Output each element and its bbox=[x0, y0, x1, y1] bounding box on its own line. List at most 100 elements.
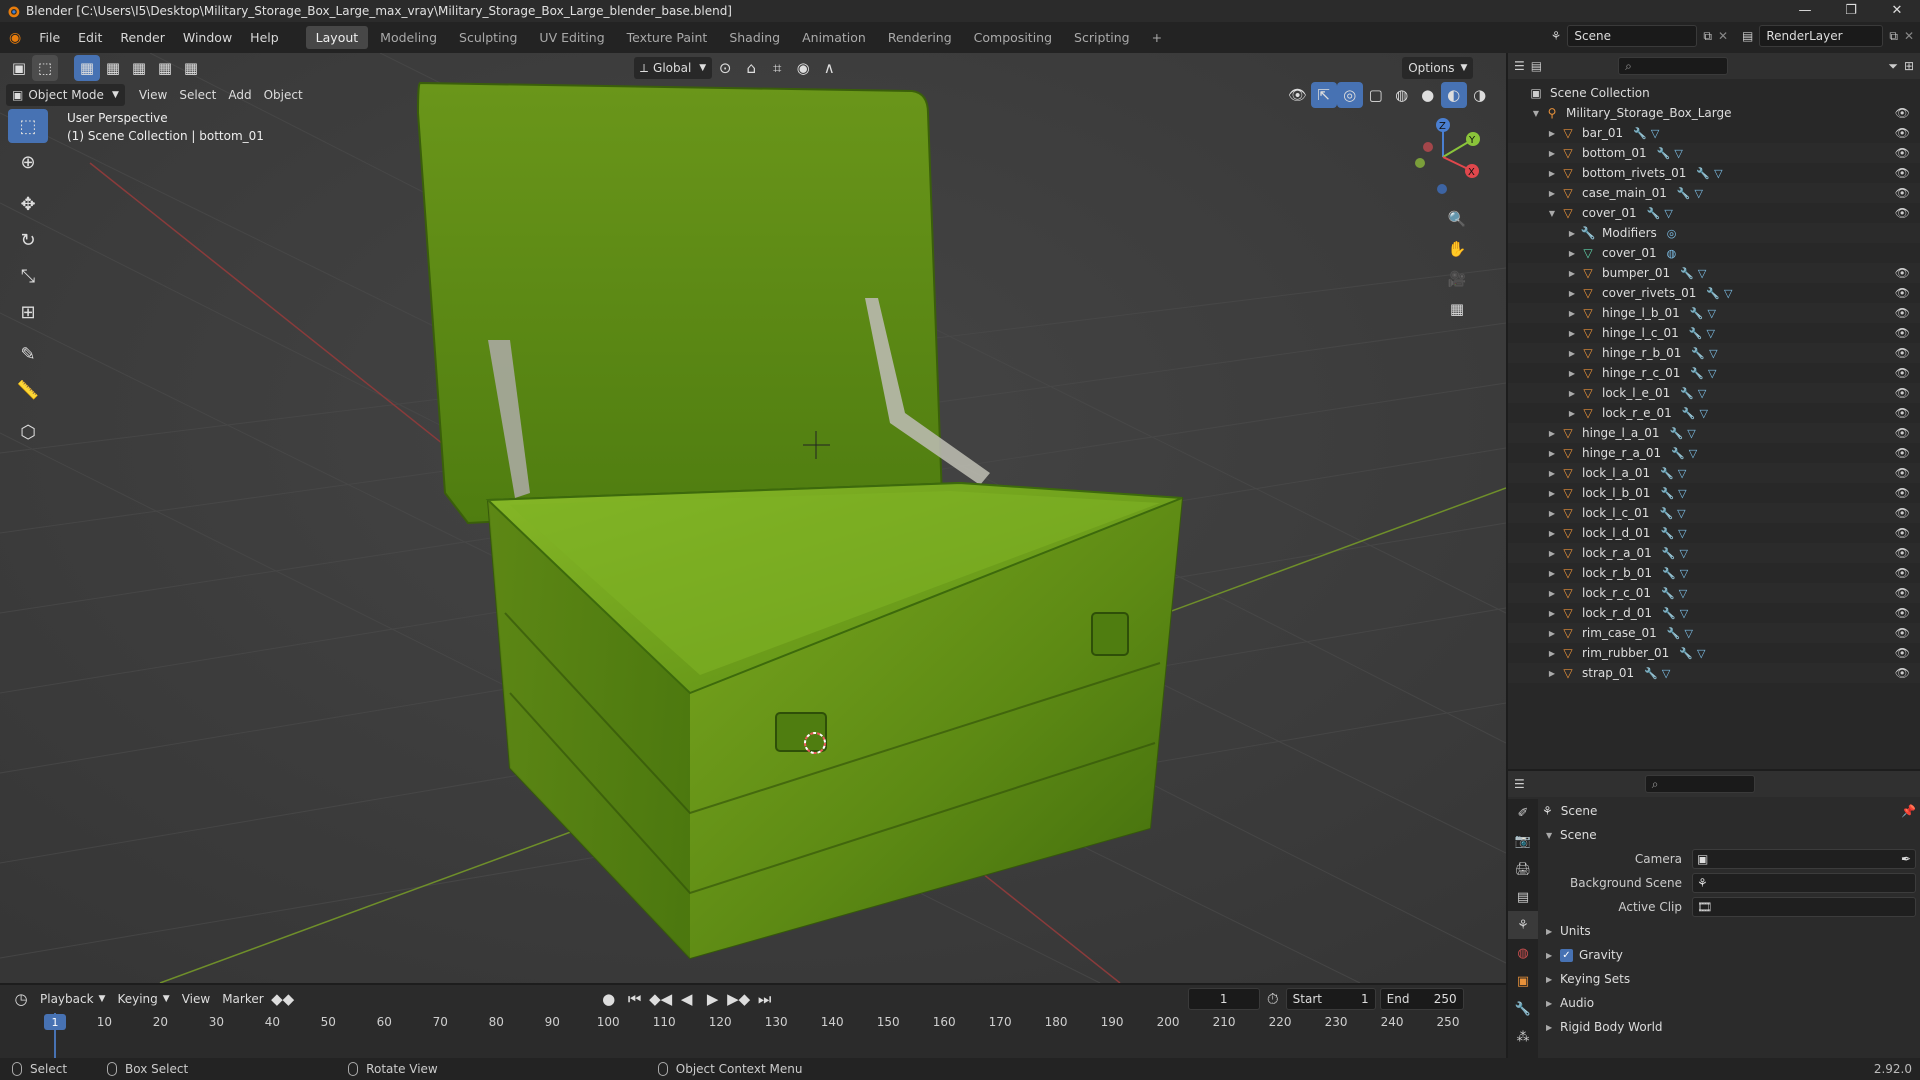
menu-window[interactable]: Window bbox=[174, 30, 241, 45]
timeline-editor-icon[interactable]: ◷ bbox=[8, 986, 34, 1012]
delete-view-layer-icon[interactable]: ✕ bbox=[1904, 29, 1914, 43]
modifier-tab-icon[interactable]: 🔧 bbox=[1508, 995, 1538, 1023]
scene-collection-row[interactable]: ▣ Scene Collection bbox=[1508, 83, 1920, 103]
jump-end-icon[interactable]: ⏭ bbox=[752, 986, 778, 1012]
eye-icon[interactable]: 👁 bbox=[1895, 646, 1910, 660]
minimize-icon[interactable]: — bbox=[1782, 0, 1828, 22]
chevron-right-icon[interactable]: ▶ bbox=[1546, 609, 1558, 618]
menu-file[interactable]: File bbox=[30, 30, 69, 45]
properties-search-input[interactable]: ⌕ bbox=[1644, 775, 1755, 793]
eye-icon[interactable]: 👁 bbox=[1895, 206, 1910, 220]
eye-icon[interactable]: 👁 bbox=[1895, 506, 1910, 520]
active-clip-field[interactable]: 🎞 bbox=[1692, 897, 1916, 917]
pin-icon[interactable]: 📌 bbox=[1901, 804, 1916, 818]
chevron-right-icon[interactable]: ▶ bbox=[1546, 669, 1558, 678]
workspace-tab-compositing[interactable]: Compositing bbox=[964, 26, 1062, 49]
add-cube-tool-icon[interactable]: ⬡ bbox=[8, 415, 48, 449]
chevron-right-icon[interactable]: ▶ bbox=[1566, 409, 1578, 418]
chevron-right-icon[interactable]: ▶ bbox=[1566, 329, 1578, 338]
workspace-tab-scripting[interactable]: Scripting bbox=[1064, 26, 1140, 49]
rendered-shading-icon[interactable]: ◑ bbox=[1467, 82, 1493, 108]
scene-icon[interactable]: ⚘ bbox=[1551, 29, 1562, 43]
eye-icon[interactable]: 👁 bbox=[1895, 306, 1910, 320]
view-layer-tab-icon[interactable]: ▤ bbox=[1508, 883, 1538, 911]
3d-viewport[interactable]: ▣ ⬚ ▦ ▦ ▦ ▦ ▦ ⟂ Global ▼ ⊙ ⌂ ⌗ ◉ ∧ Optio… bbox=[0, 53, 1506, 983]
chevron-right-icon[interactable]: ▶ bbox=[1566, 229, 1578, 238]
timeline-menu-view[interactable]: View bbox=[176, 988, 216, 1010]
add-workspace-icon[interactable]: + bbox=[1142, 26, 1172, 49]
options-dropdown[interactable]: Options ▼ bbox=[1402, 57, 1474, 79]
eye-icon[interactable]: 👁 bbox=[1895, 326, 1910, 340]
axis-gizmo-icon[interactable]: Z Y X bbox=[1398, 109, 1488, 199]
collection-row[interactable]: ▼ ⚲ Military_Storage_Box_Large 👁 bbox=[1508, 103, 1920, 123]
eye-icon[interactable]: 👁 bbox=[1895, 566, 1910, 580]
chevron-down-icon[interactable]: ▼ bbox=[1546, 209, 1558, 218]
select-intersect-icon[interactable]: ▦ bbox=[178, 55, 204, 81]
transform-tool-icon[interactable]: ⊞ bbox=[8, 295, 48, 329]
select-invert-icon[interactable]: ▦ bbox=[152, 55, 178, 81]
timeline-ruler[interactable]: 10 20 30 40 50 60 70 80 90 100 110 120 130 140 150 160 1… bbox=[0, 1013, 1506, 1033]
viewport-menu-object[interactable]: Object bbox=[258, 84, 309, 106]
outliner-item[interactable]: ▶ ▽ lock_l_b_01 🔧▽ 👁 bbox=[1508, 483, 1920, 503]
outliner-item[interactable]: ▶ ▽ lock_l_e_01 🔧▽ 👁 bbox=[1508, 383, 1920, 403]
select-new-icon[interactable]: ▦ bbox=[74, 55, 100, 81]
eye-icon[interactable]: 👁 bbox=[1895, 446, 1910, 460]
select-tool-icon[interactable]: ⬚ bbox=[32, 55, 58, 81]
overlay-toggle-icon[interactable]: ◎ bbox=[1336, 82, 1363, 108]
chevron-right-icon[interactable]: ▶ bbox=[1546, 509, 1558, 518]
chevron-right-icon[interactable]: ▶ bbox=[1566, 269, 1578, 278]
play-reverse-icon[interactable]: ◀ bbox=[674, 986, 700, 1012]
camera-field[interactable]: ▣ ✒ bbox=[1692, 849, 1916, 869]
rigid-body-world-section[interactable]: ▶ Rigid Body World bbox=[1542, 1015, 1916, 1039]
chevron-right-icon[interactable]: ▶ bbox=[1546, 529, 1558, 538]
scene-tab-icon[interactable]: ⚘ bbox=[1508, 911, 1538, 939]
eye-icon[interactable]: 👁 bbox=[1895, 166, 1910, 180]
play-icon[interactable]: ▶ bbox=[700, 986, 726, 1012]
outliner-item[interactable]: ▶ ▽ hinge_r_a_01 🔧▽ 👁 bbox=[1508, 443, 1920, 463]
mode-dropdown[interactable]: ▣ Object Mode ▼ bbox=[6, 84, 125, 106]
wireframe-shading-icon[interactable]: ◍ bbox=[1389, 82, 1415, 108]
end-frame-field[interactable]: End 250 bbox=[1379, 988, 1464, 1010]
outliner-item[interactable]: ▶ ▽ rim_rubber_01 🔧▽ 👁 bbox=[1508, 643, 1920, 663]
keyframe-icon[interactable]: ◆◆ bbox=[270, 986, 296, 1012]
menu-render[interactable]: Render bbox=[111, 30, 174, 45]
outliner-item[interactable]: ▶ ▽ bumper_01 🔧▽ 👁 bbox=[1508, 263, 1920, 283]
eye-icon[interactable]: 👁 bbox=[1895, 266, 1910, 280]
snap-target-icon[interactable]: ⌗ bbox=[764, 55, 790, 81]
workspace-tab-texture-paint[interactable]: Texture Paint bbox=[617, 26, 718, 49]
outliner-item[interactable]: ▶ ▽ lock_r_d_01 🔧▽ 👁 bbox=[1508, 603, 1920, 623]
menu-help[interactable]: Help bbox=[241, 30, 288, 45]
workspace-tab-animation[interactable]: Animation bbox=[792, 26, 876, 49]
eye-icon[interactable]: 👁 bbox=[1895, 586, 1910, 600]
workspace-tab-sculpting[interactable]: Sculpting bbox=[449, 26, 527, 49]
chevron-right-icon[interactable]: ▶ bbox=[1546, 149, 1558, 158]
outliner-item[interactable]: ▶ ▽ lock_r_e_01 🔧▽ 👁 bbox=[1508, 403, 1920, 423]
eye-icon[interactable]: 👁 bbox=[1895, 286, 1910, 300]
xray-toggle-icon[interactable]: ▢ bbox=[1363, 82, 1389, 108]
render-tab-icon[interactable]: 📷 bbox=[1508, 827, 1538, 855]
measure-tool-icon[interactable]: 📏 bbox=[8, 373, 48, 407]
rotate-tool-icon[interactable]: ↻ bbox=[8, 223, 48, 257]
eye-icon[interactable]: 👁 bbox=[1895, 666, 1910, 680]
object-tab-icon[interactable]: ▣ bbox=[1508, 967, 1538, 995]
eye-icon[interactable]: 👁 bbox=[1895, 406, 1910, 420]
gravity-section[interactable]: ▶ ✓ Gravity bbox=[1542, 943, 1916, 967]
viewport-menu-add[interactable]: Add bbox=[222, 84, 257, 106]
prev-keyframe-icon[interactable]: ◆◀ bbox=[648, 986, 674, 1012]
outliner-item[interactable]: ▶ ▽ strap_01 🔧▽ 👁 bbox=[1508, 663, 1920, 683]
pivot-point-icon[interactable]: ⊙ bbox=[712, 55, 738, 81]
outliner-item[interactable]: ▶ ▽ hinge_r_c_01 🔧▽ 👁 bbox=[1508, 363, 1920, 383]
eye-icon[interactable]: 👁 bbox=[1895, 106, 1910, 120]
outliner-item[interactable]: ▶ ▽ lock_l_a_01 🔧▽ 👁 bbox=[1508, 463, 1920, 483]
outliner-item[interactable]: ▶ ▽ bottom_rivets_01 🔧▽ 👁 bbox=[1508, 163, 1920, 183]
next-keyframe-icon[interactable]: ▶◆ bbox=[726, 986, 752, 1012]
outliner-item[interactable]: ▶ ▽ lock_r_c_01 🔧▽ 👁 bbox=[1508, 583, 1920, 603]
outliner-item[interactable]: ▶ ▽ case_main_01 🔧▽ 👁 bbox=[1508, 183, 1920, 203]
eye-icon[interactable]: 👁 bbox=[1895, 626, 1910, 640]
eye-icon[interactable]: 👁 bbox=[1895, 386, 1910, 400]
chevron-right-icon[interactable]: ▶ bbox=[1566, 369, 1578, 378]
keying-sets-section[interactable]: ▶ Keying Sets bbox=[1542, 967, 1916, 991]
world-tab-icon[interactable]: ◍ bbox=[1508, 939, 1538, 967]
maximize-icon[interactable]: ❐ bbox=[1828, 0, 1874, 22]
new-collection-icon[interactable]: ⊞ bbox=[1904, 59, 1914, 73]
